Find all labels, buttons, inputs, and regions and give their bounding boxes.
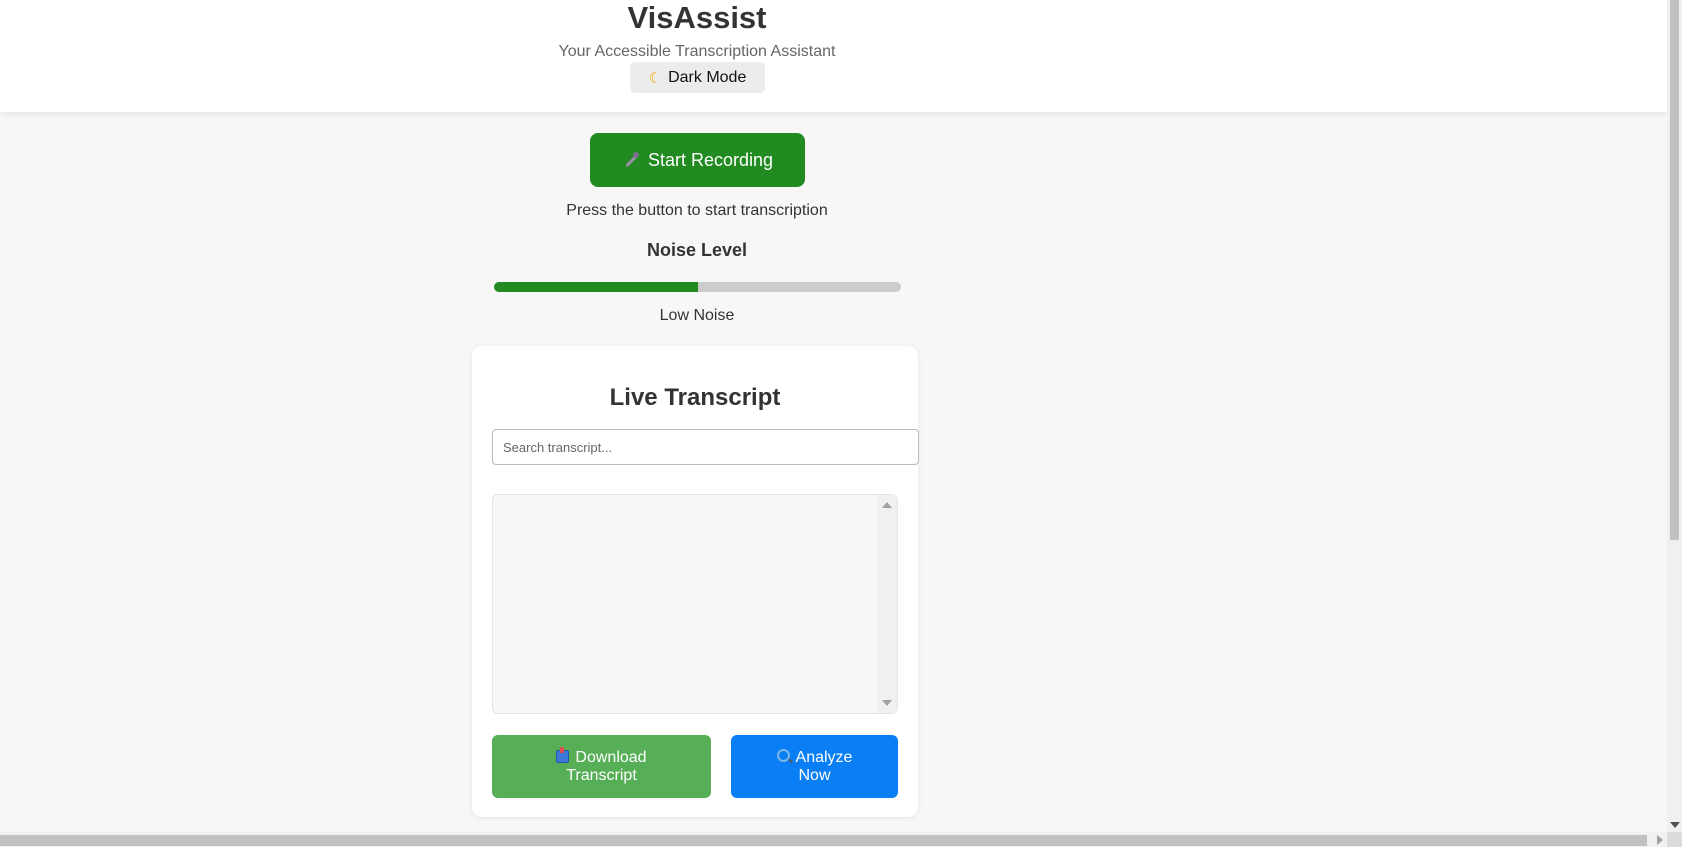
analyze-label-line1: Analyze — [795, 748, 853, 766]
transcript-scrollbar[interactable] — [877, 495, 897, 713]
page-vertical-scrollbar[interactable] — [1667, 0, 1682, 832]
moon-icon: ☾ — [648, 69, 663, 87]
transcript-title: Live Transcript — [609, 384, 781, 411]
analyze-now-button[interactable]: Analyze Now — [731, 735, 898, 798]
app-subtitle: Your Accessible Transcription Assistant — [558, 43, 836, 60]
horizontal-scroll-thumb[interactable] — [0, 835, 1647, 846]
magnifier-icon — [776, 748, 790, 762]
start-recording-label: Start Recording — [647, 149, 774, 170]
transcript-search-input[interactable] — [492, 429, 919, 465]
noise-level-label: Low Noise — [659, 307, 735, 324]
page-horizontal-scrollbar[interactable] — [0, 832, 1667, 847]
start-recording-button[interactable]: Start Recording — [590, 133, 805, 187]
scroll-up-arrow-icon[interactable] — [882, 502, 892, 508]
transcript-text-area[interactable] — [492, 494, 898, 714]
recording-status-text: Press the button to start transcription — [566, 202, 828, 219]
analyze-label-line2: Now — [798, 766, 831, 784]
noise-level-heading: Noise Level — [646, 240, 748, 260]
scroll-right-arrow-icon[interactable] — [1657, 835, 1663, 845]
vertical-scroll-thumb[interactable] — [1670, 0, 1679, 540]
scroll-down-arrow-icon[interactable] — [1670, 822, 1680, 828]
noise-level-fill — [494, 282, 698, 292]
noise-level-bar — [494, 282, 901, 292]
scrollbar-corner — [1667, 832, 1682, 847]
app-header: VisAssist Your Accessible Transcription … — [0, 0, 1667, 112]
dark-mode-button[interactable]: ☾ Dark Mode — [630, 62, 765, 93]
app-title: VisAssist — [627, 0, 767, 35]
dark-mode-label: Dark Mode — [668, 68, 747, 86]
download-label-line1: Download — [575, 748, 647, 766]
download-transcript-button[interactable]: Download Transcript — [492, 735, 711, 798]
microphone-icon — [622, 151, 640, 169]
download-label-line2: Transcript — [566, 766, 637, 784]
transcript-card: Live Transcript Download Transcript Anal… — [472, 346, 919, 817]
inbox-tray-icon — [556, 746, 570, 763]
scroll-down-arrow-icon[interactable] — [882, 700, 892, 706]
